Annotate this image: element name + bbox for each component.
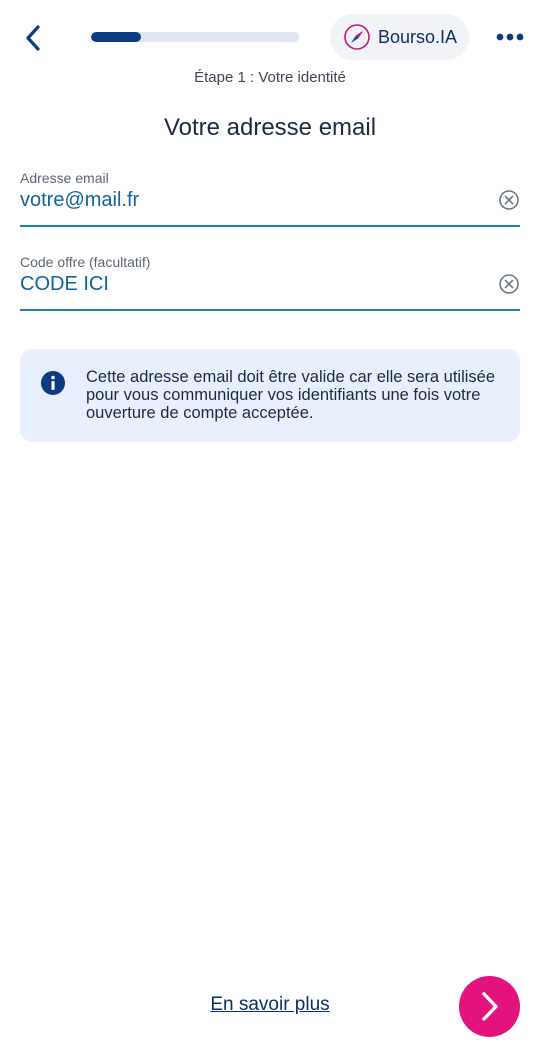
clear-circle-icon[interactable] bbox=[498, 273, 520, 295]
progress-bar bbox=[91, 32, 299, 42]
offer-code-field-label: Code offre (facultatif) bbox=[20, 254, 151, 270]
info-icon bbox=[41, 371, 65, 395]
clear-circle-icon[interactable] bbox=[498, 189, 520, 211]
top-bar: Bourso.IA bbox=[0, 0, 540, 75]
progress-fill bbox=[91, 32, 141, 42]
more-options-button[interactable] bbox=[492, 26, 528, 48]
next-button[interactable] bbox=[459, 976, 520, 1037]
page-title: Votre adresse email bbox=[163, 114, 377, 141]
info-notice: Cette adresse email doit être valide car… bbox=[20, 349, 520, 442]
info-text: Cette adresse email doit être valide car… bbox=[86, 368, 496, 422]
email-field-label: Adresse email bbox=[20, 170, 109, 186]
offer-code-field[interactable]: Code offre (facultatif) CODE ICI bbox=[20, 254, 520, 311]
back-button[interactable] bbox=[18, 20, 50, 56]
bourso-ia-button[interactable]: Bourso.IA bbox=[330, 14, 469, 60]
chevron-right-icon bbox=[482, 992, 498, 1021]
step-indicator: Étape 1 : Votre identité bbox=[194, 69, 346, 86]
bourso-ia-label: Bourso.IA bbox=[378, 26, 458, 47]
chevron-left-icon bbox=[26, 25, 40, 51]
more-dots-icon bbox=[496, 33, 524, 41]
offer-code-field-value[interactable]: CODE ICI bbox=[20, 273, 109, 296]
email-field-value[interactable]: votre@mail.fr bbox=[20, 189, 139, 212]
compass-star-icon bbox=[344, 24, 370, 50]
email-field[interactable]: Adresse email votre@mail.fr bbox=[20, 170, 520, 227]
